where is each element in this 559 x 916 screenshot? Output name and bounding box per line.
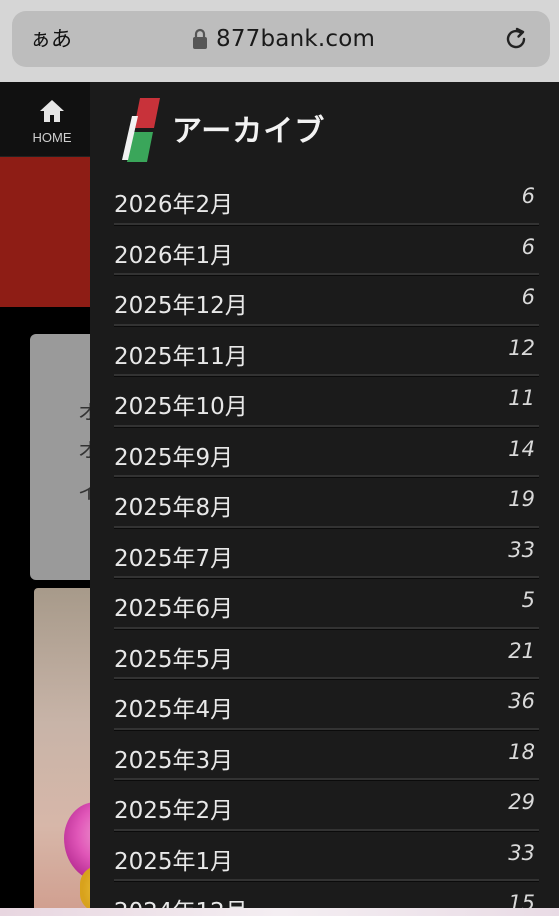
archive-month-link[interactable]: 2025年12月: [114, 286, 248, 320]
archive-month-link[interactable]: 2025年8月: [114, 488, 233, 522]
archive-month-link[interactable]: 2025年2月: [114, 791, 233, 825]
archive-item[interactable]: 2025年8月 19: [114, 477, 539, 528]
archive-post-count: 11: [508, 386, 535, 410]
archive-post-count: 5: [521, 588, 535, 612]
browser-toolbar: ぁあ 877bank.com: [0, 0, 559, 82]
address-bar[interactable]: ぁあ 877bank.com: [12, 11, 550, 67]
archive-post-count: 29: [508, 790, 535, 814]
archive-item[interactable]: 2025年7月 33: [114, 528, 539, 578]
archive-list: 2026年2月 6 2026年1月 6 2025年12月 6 2025年11月 12 2025年…: [114, 174, 539, 916]
archive-post-count: 33: [508, 537, 535, 562]
archive-item[interactable]: 2026年1月 6: [114, 225, 539, 275]
bottom-strip: [0, 908, 559, 916]
archive-month-link[interactable]: 2025年1月: [114, 842, 233, 876]
archive-post-count: 36: [508, 689, 535, 713]
archive-month-link[interactable]: 2026年1月: [114, 236, 233, 270]
url-display[interactable]: 877bank.com: [192, 23, 375, 55]
archive-item[interactable]: 2025年3月 18: [114, 730, 539, 780]
site-logo-icon: [122, 98, 160, 162]
home-icon: [40, 100, 64, 122]
home-nav-button[interactable]: HOME: [0, 82, 92, 157]
lock-icon: [193, 28, 207, 49]
archive-post-count: 6: [521, 234, 535, 259]
archive-item[interactable]: 2025年1月 33: [114, 831, 539, 881]
archive-month-link[interactable]: 2026年2月: [114, 185, 233, 219]
red-banner: [0, 157, 92, 307]
archive-month-link[interactable]: 2025年9月: [114, 438, 233, 472]
archive-post-count: 12: [508, 335, 535, 360]
reload-icon[interactable]: [502, 25, 530, 53]
url-text: 877bank.com: [216, 26, 376, 52]
archive-post-count: 6: [521, 285, 535, 309]
archive-item[interactable]: 2025年9月 14: [114, 427, 539, 477]
archive-item[interactable]: 2025年10月 11: [114, 376, 539, 427]
archive-item[interactable]: 2025年12月 6: [114, 275, 539, 326]
archive-month-link[interactable]: 2025年3月: [114, 741, 233, 775]
archive-item[interactable]: 2025年11月 12: [114, 326, 539, 376]
archive-item[interactable]: 2025年2月 29: [114, 780, 539, 831]
archive-post-count: 6: [521, 184, 535, 208]
archive-item[interactable]: 2025年4月 36: [114, 679, 539, 730]
page-content: HOME オ オ イ アーカイブ 2026年2月 6 2026年1月 6 2025年12…: [0, 82, 559, 916]
archive-item[interactable]: 2026年2月 6: [114, 174, 539, 225]
archive-month-link[interactable]: 2025年4月: [114, 690, 233, 724]
archive-post-count: 19: [508, 487, 535, 511]
archive-month-link[interactable]: 2025年7月: [114, 539, 233, 573]
text-size-button[interactable]: ぁあ: [30, 25, 72, 53]
archive-month-link[interactable]: 2025年5月: [114, 640, 233, 674]
archive-drawer: アーカイブ 2026年2月 6 2026年1月 6 2025年12月 6 2025年11月 1…: [90, 82, 559, 916]
drawer-header: アーカイブ: [90, 82, 559, 172]
archive-post-count: 21: [508, 638, 535, 663]
archive-post-count: 33: [508, 840, 535, 865]
archive-post-count: 18: [508, 739, 535, 764]
archive-post-count: 14: [508, 436, 535, 461]
archive-item[interactable]: 2025年6月 5: [114, 578, 539, 629]
home-label: HOME: [32, 130, 72, 145]
archive-month-link[interactable]: 2025年6月: [114, 589, 233, 623]
archive-month-link[interactable]: 2025年11月: [114, 337, 248, 371]
archive-item[interactable]: 2025年5月 21: [114, 629, 539, 679]
drawer-title: アーカイブ: [172, 114, 326, 149]
archive-month-link[interactable]: 2025年10月: [114, 387, 248, 421]
